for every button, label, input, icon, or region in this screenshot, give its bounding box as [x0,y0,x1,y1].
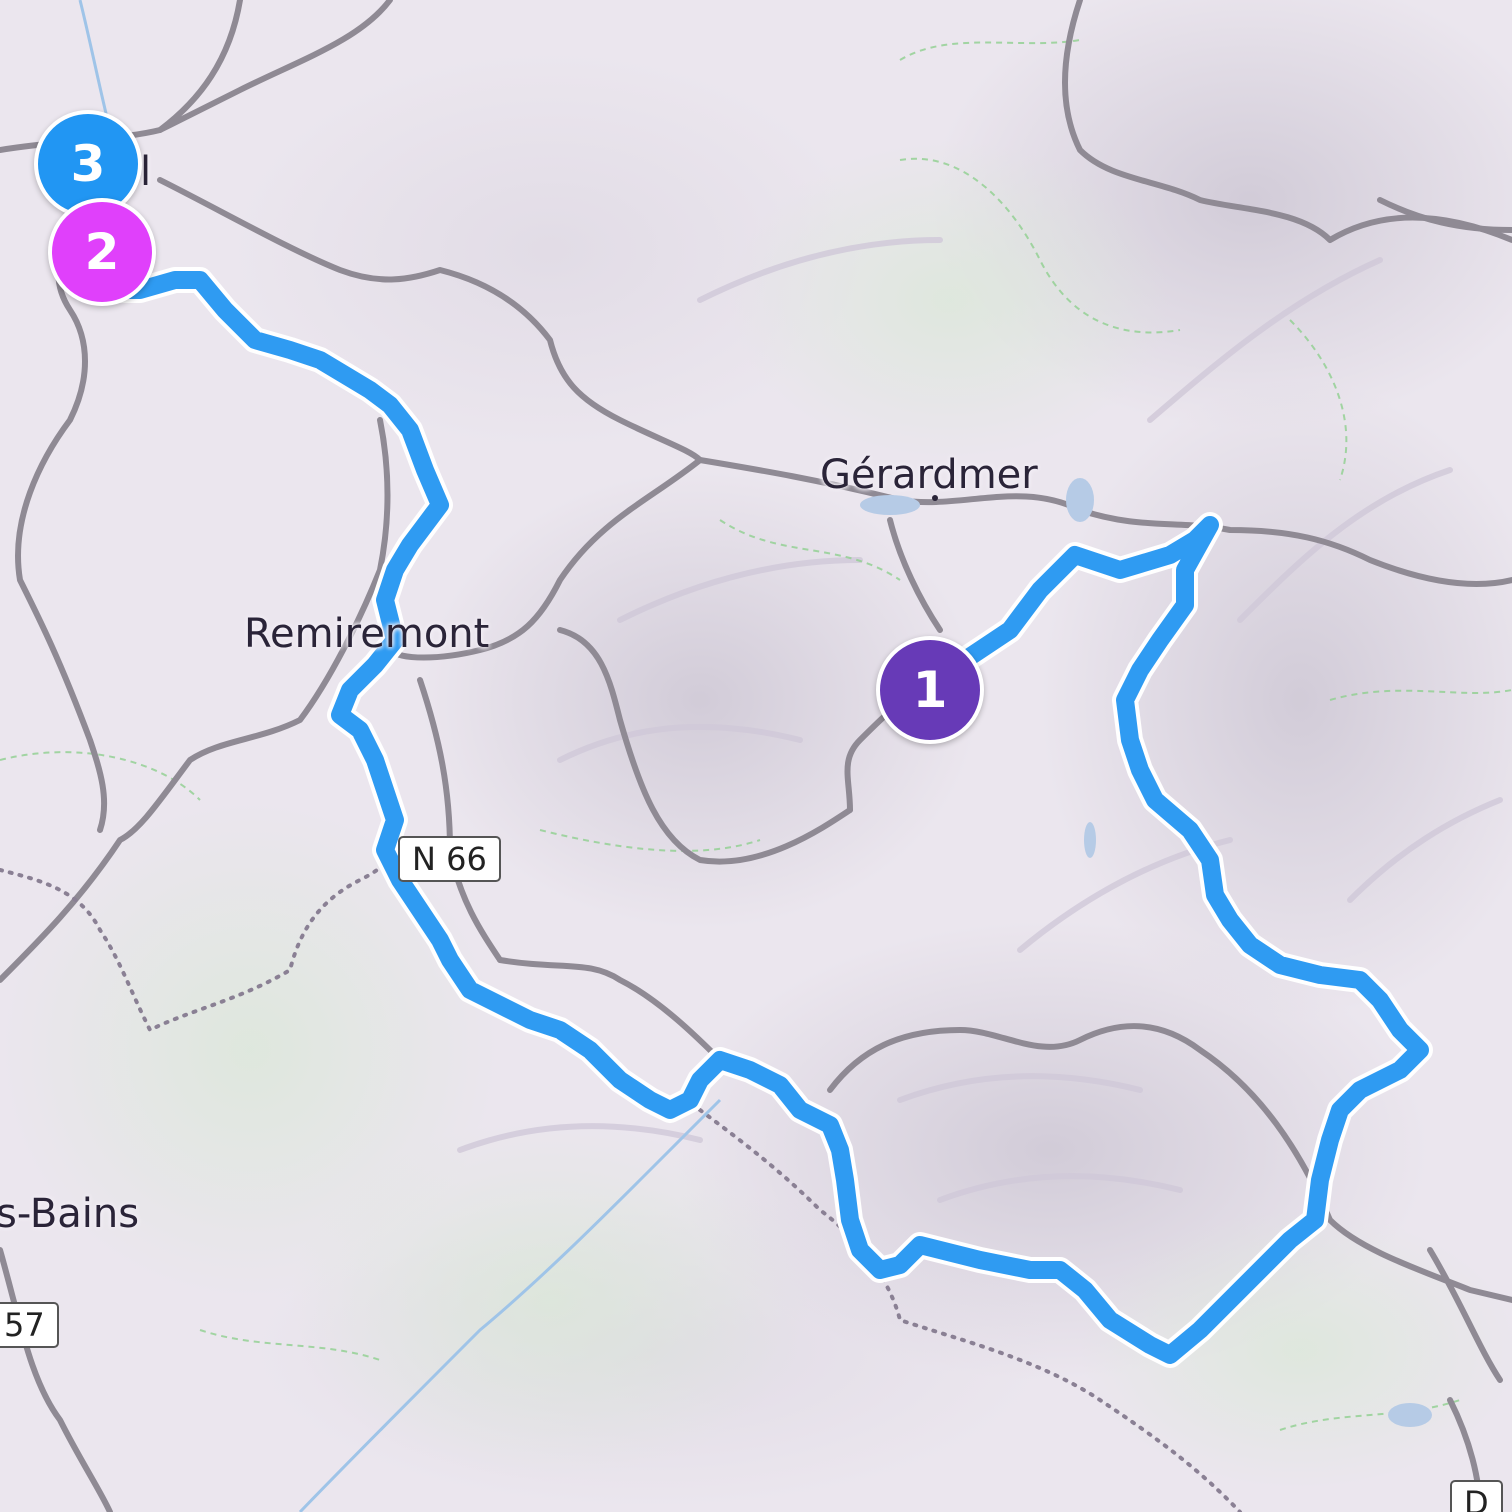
road-shield-57: 57 [0,1302,59,1348]
marker-2-label: 2 [84,223,120,281]
place-label-remiremont: Remiremont [244,611,490,657]
marker-1-label: 1 [912,661,948,719]
place-label-bains: s-Bains [0,1191,140,1237]
road-shield-d: D [1450,1480,1503,1512]
marker-1[interactable]: 1 [876,636,984,744]
marker-3-label: 3 [70,135,106,193]
map-view[interactable]: Gérardmer Remiremont s-Bains l N 66 57 D… [0,0,1512,1512]
road-shield-n66: N 66 [398,836,501,882]
marker-2[interactable]: 2 [48,198,156,306]
map-canvas[interactable] [0,0,1512,1512]
place-label-gerardmer: Gérardmer [820,452,1038,498]
